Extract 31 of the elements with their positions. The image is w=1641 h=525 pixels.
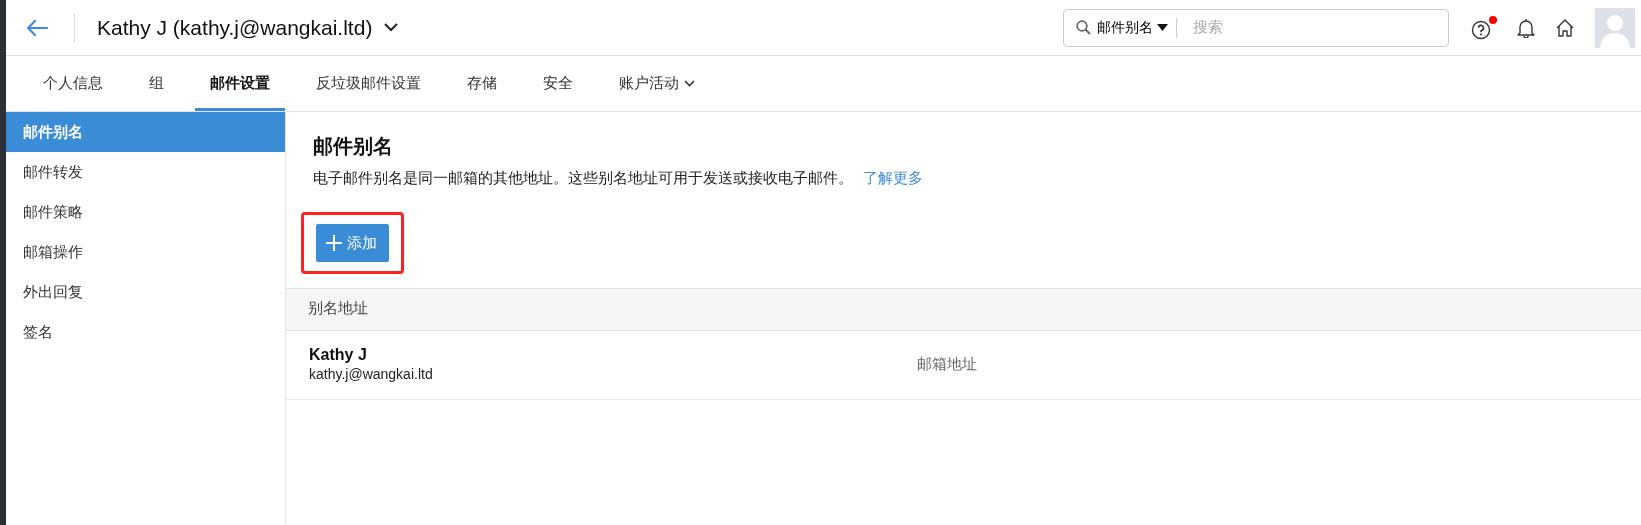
page-title: 邮件别名 — [313, 134, 394, 158]
back-arrow-icon — [26, 18, 48, 37]
search-icon — [1076, 20, 1091, 35]
sidebar-item[interactable]: 邮件策略 — [6, 192, 285, 232]
plus-icon — [326, 234, 342, 251]
alias-type: 邮箱地址 — [917, 354, 977, 374]
column-header: 别名地址 — [308, 299, 368, 319]
home-icon[interactable] — [1555, 17, 1575, 38]
account-selector[interactable]: Kathy J (kathy.j@wangkai.ltd) — [97, 11, 399, 44]
add-button[interactable]: 添加 — [316, 223, 389, 262]
alias-name: Kathy J — [309, 344, 368, 364]
tab[interactable]: 安全 — [528, 56, 588, 111]
search-field[interactable]: 邮件别名 搜索 — [1063, 8, 1449, 47]
caret-down-icon — [1157, 24, 1168, 31]
learn-more-link[interactable]: 了解更多 — [863, 170, 923, 186]
tab[interactable]: 组 — [134, 56, 179, 111]
tab[interactable]: 账户活动 — [604, 56, 710, 111]
sidebar-item[interactable]: 外出回复 — [6, 272, 285, 312]
tab[interactable]: 个人信息 — [28, 56, 118, 111]
sidebar-item[interactable]: 邮箱操作 — [6, 232, 285, 272]
help-icon — [1471, 19, 1491, 40]
tab[interactable]: 反垃圾邮件设置 — [301, 56, 436, 111]
sidebar-item[interactable]: 签名 — [6, 312, 285, 352]
help-button[interactable] — [1471, 15, 1497, 40]
tab[interactable]: 存储 — [452, 56, 512, 111]
sidebar-item[interactable]: 邮件转发 — [6, 152, 285, 192]
alias-email: kathy.j@wangkai.ltd — [309, 364, 434, 384]
chevron-down-icon — [384, 23, 399, 32]
sidebar-item[interactable]: 邮件别名 — [6, 112, 285, 152]
description-text: 电子邮件别名是同一邮箱的其他地址。这些别名地址可用于发送或接收电子邮件。 — [313, 170, 853, 186]
bell-icon[interactable] — [1517, 17, 1535, 38]
